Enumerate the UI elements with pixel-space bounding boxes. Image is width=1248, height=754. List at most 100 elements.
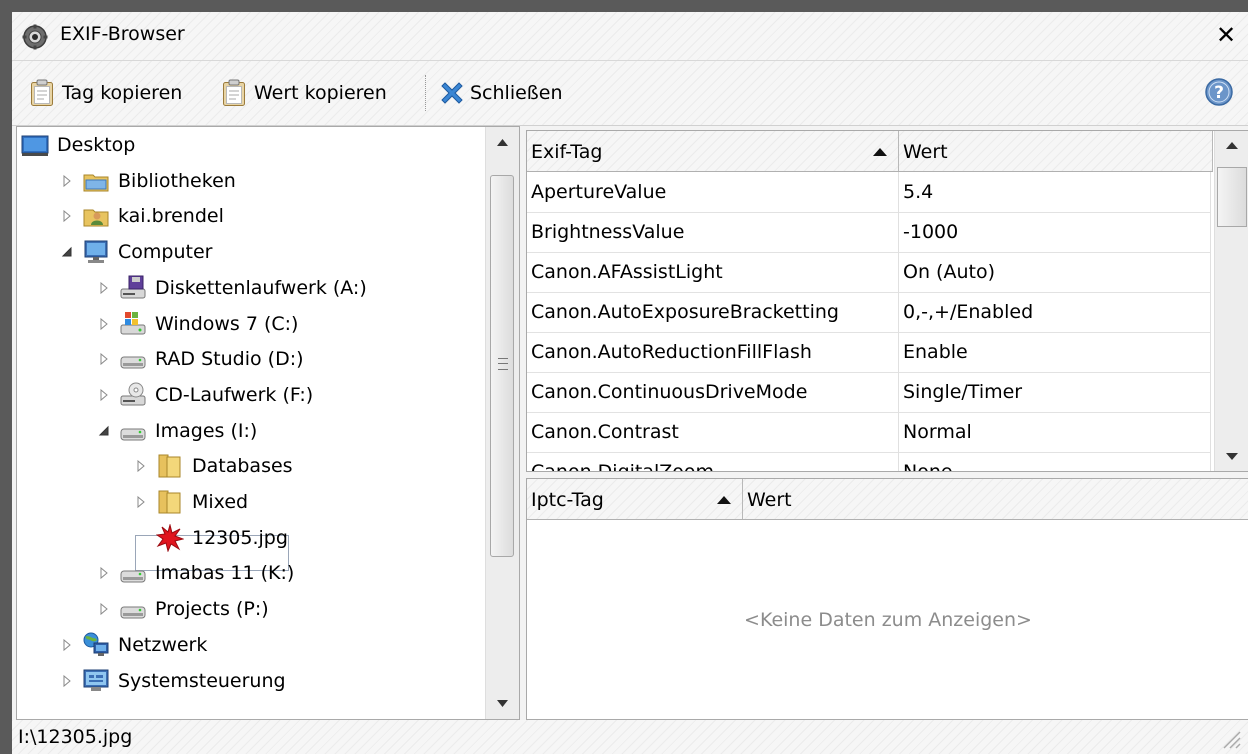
table-row[interactable]: Canon.ContinuousDriveMode Single/Timer: [527, 372, 1211, 413]
scroll-up-icon[interactable]: [486, 127, 519, 157]
hard-drive-icon: [119, 345, 147, 373]
exif-value-column-header[interactable]: Wert: [899, 131, 1213, 171]
tree-item-label: RAD Studio (D:): [155, 348, 304, 370]
hard-drive-icon: [119, 595, 147, 623]
iptc-value-column-header[interactable]: Wert: [743, 479, 1248, 519]
folder-tree[interactable]: Desktop Bibliotheken kai.brendel Computer Di…: [16, 126, 520, 720]
expand-chevron-icon[interactable]: [132, 457, 150, 475]
tree-item[interactable]: Databases: [132, 450, 293, 482]
control-panel-icon: [82, 667, 110, 695]
tree-item[interactable]: Desktop: [21, 129, 135, 161]
tree-item[interactable]: Mixed: [132, 486, 248, 518]
tree-item[interactable]: Bibliotheken: [58, 165, 236, 197]
tree-item[interactable]: CD-Laufwerk (F:): [95, 379, 313, 411]
tree-item[interactable]: Computer: [58, 236, 212, 268]
clipboard-icon: [223, 79, 245, 106]
close-button[interactable]: Schließen: [438, 77, 563, 109]
copy-tag-button[interactable]: Tag kopieren: [30, 77, 182, 109]
tree-scrollbar[interactable]: [485, 127, 519, 719]
folder-icon: [156, 452, 184, 480]
tree-item-label: Projects (P:): [155, 598, 269, 620]
exif-scrollbar[interactable]: [1214, 131, 1248, 471]
tree-item[interactable]: Images (I:): [95, 415, 257, 447]
collapse-chevron-icon[interactable]: [95, 422, 113, 440]
table-row[interactable]: Canon.AFAssistLight On (Auto): [527, 252, 1211, 293]
exif-grid[interactable]: Exif-Tag Wert ApertureValue 5.4 Brightness…: [526, 130, 1248, 472]
copy-tag-label: Tag kopieren: [62, 82, 183, 104]
table-row[interactable]: Canon.DigitalZoom None: [527, 452, 1211, 471]
expand-chevron-icon[interactable]: [58, 636, 76, 654]
expand-chevron-icon[interactable]: [132, 493, 150, 511]
tree-item-label: Imabas 11 (K:): [155, 562, 295, 584]
status-path: I:\12305.jpg: [18, 726, 133, 748]
user-folder-icon: [82, 202, 110, 230]
tree-item[interactable]: Imabas 11 (K:): [95, 557, 294, 589]
hard-drive-icon: [119, 559, 147, 587]
tree-item[interactable]: Systemsteuerung: [58, 665, 286, 697]
camera-gear-icon: [22, 24, 48, 50]
copy-value-button[interactable]: Wert kopieren: [222, 77, 387, 109]
tree-item[interactable]: Windows 7 (C:): [95, 308, 298, 340]
table-row[interactable]: Canon.AutoReductionFillFlash Enable: [527, 332, 1211, 373]
exif-tag-column-header[interactable]: Exif-Tag: [527, 131, 899, 171]
status-bar: I:\12305.jpg: [12, 720, 1248, 754]
tree-item-label: Mixed: [192, 491, 249, 513]
exif-tag-cell: BrightnessValue: [527, 212, 899, 252]
expand-chevron-icon[interactable]: [58, 207, 76, 225]
table-row[interactable]: Canon.Contrast Normal: [527, 412, 1211, 453]
iptc-value-header-label: Wert: [747, 489, 792, 511]
exif-value-header-label: Wert: [903, 141, 948, 163]
exif-value-cell: Single/Timer: [899, 372, 1211, 412]
resize-grip-icon[interactable]: [1220, 728, 1242, 750]
expand-chevron-icon[interactable]: [95, 600, 113, 618]
expand-chevron-icon[interactable]: [95, 279, 113, 297]
tree-item-label: Images (I:): [155, 420, 258, 442]
tree-item[interactable]: kai.brendel: [58, 200, 224, 232]
iptc-tag-column-header[interactable]: Iptc-Tag: [527, 479, 743, 519]
expand-chevron-icon[interactable]: [95, 386, 113, 404]
scroll-up-icon[interactable]: [1215, 131, 1248, 161]
sort-ascending-icon: [717, 496, 731, 504]
exif-tag-cell: ApertureValue: [527, 172, 899, 212]
desktop-icon: [21, 131, 49, 159]
scroll-down-icon[interactable]: [486, 689, 519, 719]
table-row[interactable]: BrightnessValue -1000: [527, 212, 1211, 253]
exif-scroll-thumb[interactable]: [1217, 167, 1247, 227]
help-icon[interactable]: ?: [1204, 77, 1234, 107]
expand-chevron-icon[interactable]: [58, 172, 76, 190]
tree-item-label: Computer: [118, 241, 213, 263]
expand-chevron-icon[interactable]: [58, 672, 76, 690]
exif-value-cell: 0,-,+/Enabled: [899, 292, 1211, 332]
exif-grid-header: Exif-Tag Wert: [527, 131, 1213, 172]
expand-chevron-icon[interactable]: [95, 350, 113, 368]
floppy-drive-icon: [119, 274, 147, 302]
title-bar: EXIF-Browser ✕: [12, 12, 1248, 61]
tree-item-label: Systemsteuerung: [118, 670, 286, 692]
tree-scroll-thumb[interactable]: [490, 175, 514, 557]
exif-value-cell: Normal: [899, 412, 1211, 452]
tree-item[interactable]: Diskettenlaufwerk (A:): [95, 272, 367, 304]
close-window-button[interactable]: ✕: [1210, 20, 1242, 50]
tree-item[interactable]: Netzwerk: [58, 629, 207, 661]
tree-item[interactable]: Projects (P:): [95, 593, 269, 625]
exif-tag-cell: Canon.AutoReductionFillFlash: [527, 332, 899, 372]
expand-chevron-icon[interactable]: [95, 564, 113, 582]
blue-x-icon: [441, 82, 463, 104]
sort-ascending-icon: [873, 148, 887, 156]
exif-tag-cell: Canon.AFAssistLight: [527, 252, 899, 292]
folder-icon: [156, 488, 184, 516]
expand-chevron-icon[interactable]: [95, 315, 113, 333]
tree-item[interactable]: 12305.jpg: [132, 522, 288, 554]
grip-icon: [498, 358, 508, 370]
system-drive-icon: [119, 310, 147, 338]
hard-drive-icon: [119, 417, 147, 445]
table-row[interactable]: ApertureValue 5.4: [527, 172, 1211, 213]
tree-item[interactable]: RAD Studio (D:): [95, 343, 304, 375]
scroll-down-icon[interactable]: [1215, 441, 1248, 471]
iptc-grid[interactable]: Iptc-Tag Wert <Keine Daten zum Anzeigen>: [526, 478, 1248, 720]
iptc-grid-header: Iptc-Tag Wert: [527, 479, 1248, 520]
tree-item-label: Desktop: [57, 134, 136, 156]
clipboard-icon: [31, 79, 53, 106]
collapse-chevron-icon[interactable]: [58, 243, 76, 261]
table-row[interactable]: Canon.AutoExposureBracketting 0,-,+/Enabl…: [527, 292, 1211, 333]
